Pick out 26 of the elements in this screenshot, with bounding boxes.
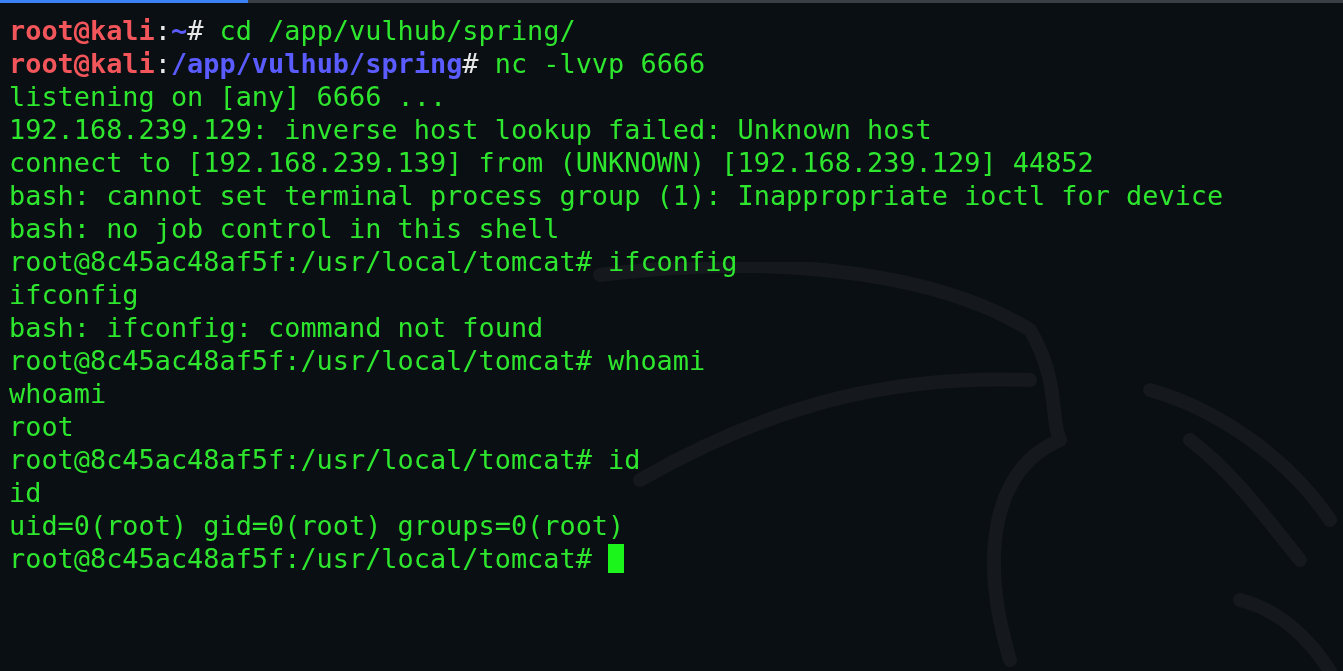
terminal-line: connect to [192.168.239.139] from (UNKNOWN) [192.168.239.129] 44852 [9,146,1095,179]
terminal-line: ifconfig [9,278,140,311]
terminal-line: root@8c45ac48af5f:/usr/local/tomcat# whoami [9,344,707,377]
prompt-separator: : [154,47,171,80]
text-cursor [608,544,624,573]
terminal-line: bash: cannot set terminal process group (1): Inappropriate ioctl for device [9,179,1225,212]
command-text: cd /app/vulhub/spring/ [219,14,576,47]
command-text: nc -lvvp 6666 [494,47,706,80]
terminal-line: listening on [any] 6666 ... [9,80,448,113]
prompt-user-host: root@kali [9,14,155,47]
terminal-line: root@8c45ac48af5f:/usr/local/tomcat# id [9,443,642,476]
prompt-path: /app/vulhub/spring [170,47,463,80]
prompt-symbol: # [187,14,205,47]
terminal-line: whoami [9,377,108,410]
prompt-separator: : [154,14,171,47]
terminal-line: id [9,476,43,509]
prompt-path: ~ [170,14,188,47]
prompt-user-host: root@kali [9,47,155,80]
terminal-line: uid=0(root) gid=0(root) groups=0(root) [9,509,626,542]
terminal-line: root@8c45ac48af5f:/usr/local/tomcat# [9,542,593,575]
terminal-line: bash: no job control in this shell [9,212,561,245]
terminal-line: 192.168.239.129: inverse host lookup failed: Unknown host [9,113,933,146]
prompt-symbol: # [462,47,480,80]
terminal-line: bash: ifconfig: command not found [9,311,545,344]
terminal-line: root [9,410,75,443]
terminal-line: root@8c45ac48af5f:/usr/local/tomcat# ifconfig [9,245,739,278]
